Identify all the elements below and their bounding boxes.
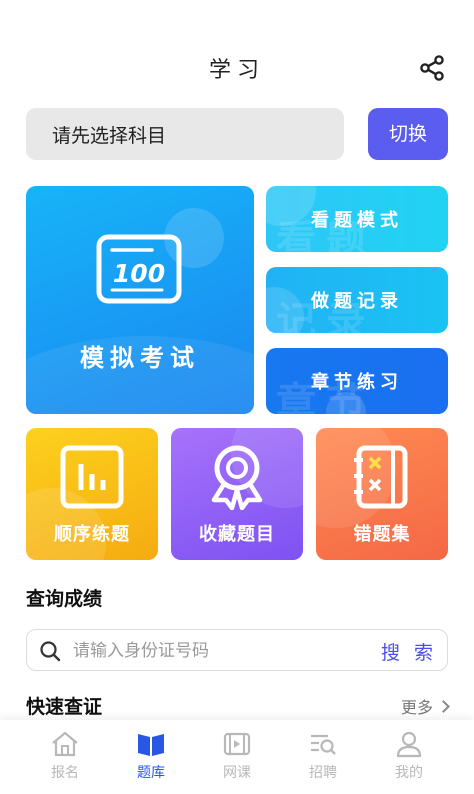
bottom-tab-bar: 报名 题库 网课 招聘 我的 [0,720,474,794]
sequential-practice-label: 顺序练题 [54,524,130,545]
chapter-practice-card[interactable]: 章节 章节练习 [266,348,448,414]
id-search-box: 搜 索 [26,629,448,671]
wrong-questions-label: 错题集 [353,524,411,545]
search-button[interactable]: 搜 索 [381,638,437,665]
tab-label: 报名 [51,765,79,781]
wrong-questions-tile[interactable]: 错题集 [316,428,448,560]
tab-profile[interactable]: 我的 [379,730,439,790]
search-icon [40,641,61,662]
tab-question-bank[interactable]: 题库 [121,730,181,790]
ribbon-badge-icon [211,445,263,510]
favorite-questions-tile[interactable]: 收藏题目 [171,428,303,560]
mock-exam-label: 模拟考试 [80,344,200,372]
tab-online-course[interactable]: 网课 [207,730,267,790]
tab-register[interactable]: 报名 [35,730,95,790]
quick-verify-title: 快速查证 [26,696,103,718]
top-header: 学习 [0,40,474,96]
page-title: 学习 [208,58,265,83]
share-icon[interactable] [418,54,446,82]
score-badge-text: 100 [113,259,165,288]
tab-label: 我的 [395,765,423,781]
view-questions-label: 看题模式 [311,210,403,231]
switch-subject-button[interactable]: 切换 [368,108,448,160]
mock-exam-card[interactable]: 100 模拟考试 [26,186,254,414]
more-label: 更多 [400,698,433,717]
tab-label: 招聘 [309,765,337,781]
query-section-title: 查询成绩 [26,588,103,610]
chapter-practice-label: 章节练习 [311,372,403,393]
favorite-questions-label: 收藏题目 [199,524,275,545]
tab-recruitment[interactable]: 招聘 [293,730,353,790]
bar-chart-icon [60,445,124,509]
view-questions-card[interactable]: 看题 看题模式 [266,186,448,252]
score-board-icon: 100 [96,234,182,304]
practice-history-label: 做题记录 [311,291,403,312]
video-icon [223,732,251,756]
home-icon [52,731,78,757]
user-icon [396,731,422,758]
subject-selector[interactable]: 请先选择科目 [26,108,344,160]
sequential-practice-tile[interactable]: 顺序练题 [26,428,158,560]
id-number-input[interactable] [73,638,373,664]
chevron-right-icon [437,700,450,713]
tab-label: 网课 [223,765,251,781]
job-search-icon [311,734,336,755]
more-link[interactable]: 更多 [400,694,450,718]
subject-selector-text: 请先选择科目 [52,125,167,147]
wrong-notebook-icon [354,445,408,509]
tab-label: 题库 [137,765,165,781]
book-icon [138,734,164,756]
practice-history-card[interactable]: 记录 做题记录 [266,267,448,333]
